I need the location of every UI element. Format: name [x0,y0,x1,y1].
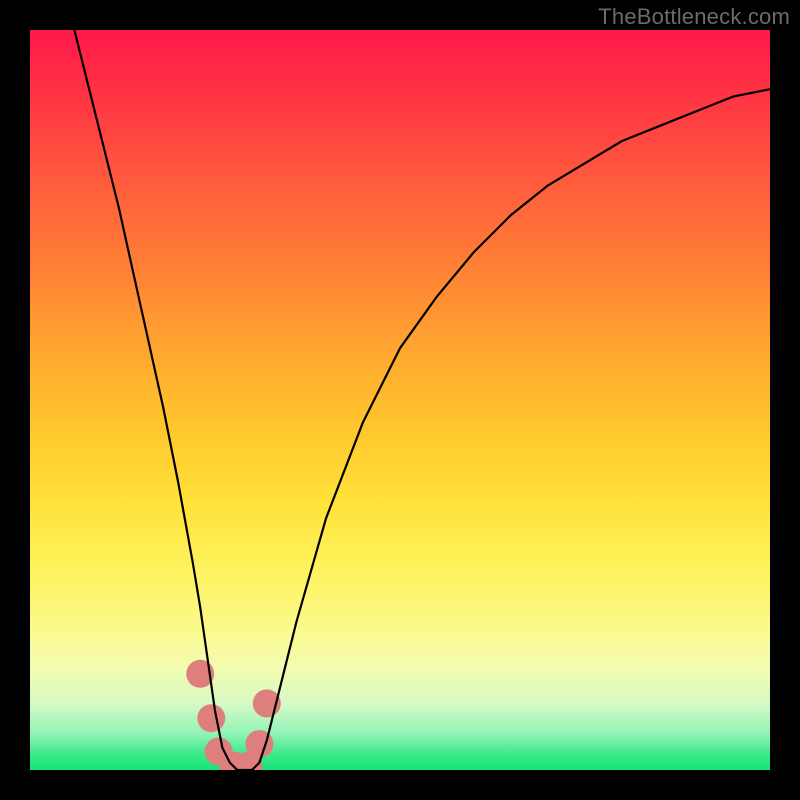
valley-marker-group [186,660,281,770]
valley-marker [197,704,225,732]
chart-frame: TheBottleneck.com [0,0,800,800]
bottleneck-curve [74,30,770,770]
plot-area [30,30,770,770]
curve-layer [30,30,770,770]
watermark-text: TheBottleneck.com [598,4,790,30]
